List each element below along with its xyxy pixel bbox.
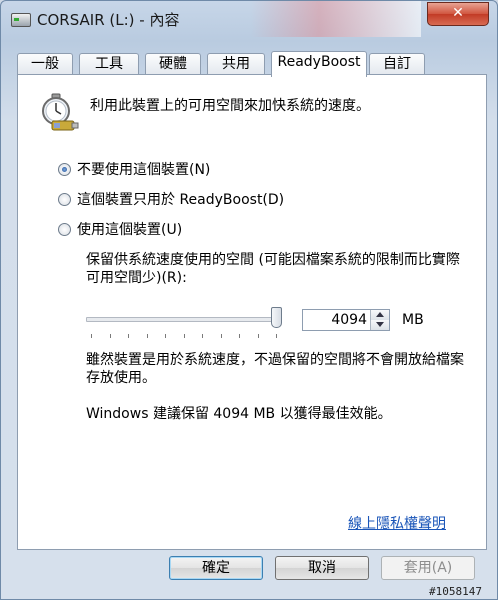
- close-button[interactable]: ✕: [427, 2, 489, 26]
- tab-sharing[interactable]: 共用: [207, 53, 265, 75]
- ok-button[interactable]: 確定: [169, 556, 263, 580]
- slider-tick: [202, 334, 203, 338]
- tab-readyboost[interactable]: ReadyBoost: [271, 51, 367, 77]
- title-bar[interactable]: CORSAIR (L:) - 內容 ✕: [1, 1, 497, 41]
- recommendation-text: Windows 建議保留 4094 MB 以獲得最佳效能。: [86, 406, 392, 422]
- reserve-note: 雖然裝置是用於系統速度，不過保留的空間將不會開放給檔案存放使用。: [86, 352, 464, 386]
- spinner-buttons: [370, 310, 389, 330]
- tab-general[interactable]: 一般: [17, 53, 73, 75]
- option-use-device-label: 使用這個裝置(U): [77, 222, 183, 238]
- slider-thumb[interactable]: [271, 307, 282, 328]
- option-dedicate-readyboost-label: 這個裝置只用於 ReadyBoost(D): [77, 192, 285, 208]
- radio-dedicate-readyboost[interactable]: [58, 192, 71, 206]
- reserve-slider[interactable]: [86, 307, 286, 347]
- radio-do-not-use[interactable]: [58, 162, 71, 176]
- slider-tick: [257, 334, 259, 338]
- option-use-device[interactable]: 使用這個裝置(U): [58, 219, 182, 239]
- apply-button[interactable]: 套用(A): [381, 556, 475, 580]
- privacy-statement-link[interactable]: 線上隱私權聲明: [348, 513, 446, 533]
- blurred-background: [251, 1, 421, 37]
- slider-tick: [220, 334, 222, 338]
- slider-tick: [146, 334, 148, 338]
- watermark-id: #1058147: [429, 585, 482, 598]
- option-do-not-use-label: 不要使用這個裝置(N): [77, 162, 211, 178]
- properties-window: CORSAIR (L:) - 內容 ✕ 一般 工具 硬體 共用 ReadyBoo…: [0, 0, 498, 600]
- tab-hardware[interactable]: 硬體: [145, 53, 201, 75]
- slider-tick: [109, 334, 111, 338]
- reserve-size-value[interactable]: 4094: [331, 312, 367, 328]
- slider-tick: [183, 334, 185, 338]
- spin-down-arrow-icon[interactable]: [371, 320, 389, 330]
- usb-drive-icon: [11, 13, 31, 27]
- slider-tick: [239, 334, 240, 338]
- readyboost-panel: 利用此裝置上的可用空間來加快系統的速度。 不要使用這個裝置(N) 這個裝置只用於…: [17, 74, 487, 550]
- readyboost-description: 利用此裝置上的可用空間來加快系統的速度。: [90, 98, 370, 114]
- option-dedicate-readyboost[interactable]: 這個裝置只用於 ReadyBoost(D): [58, 189, 284, 209]
- slider-tick: [128, 334, 129, 338]
- tab-strip: 一般 工具 硬體 共用 ReadyBoost 自訂: [17, 51, 487, 77]
- tab-customize[interactable]: 自訂: [369, 53, 425, 75]
- size-unit: MB: [402, 312, 424, 328]
- option-do-not-use[interactable]: 不要使用這個裝置(N): [58, 159, 210, 179]
- reserve-space-label: 保留供系統速度使用的空間 (可能因檔案系統的限制而比實際可用空間少)(R):: [86, 252, 460, 286]
- stopwatch-usb-icon: [42, 93, 79, 131]
- slider-track[interactable]: [86, 317, 282, 322]
- radio-use-device[interactable]: [58, 222, 71, 236]
- cancel-button[interactable]: 取消: [275, 556, 369, 580]
- tab-tools[interactable]: 工具: [79, 53, 139, 75]
- slider-tick: [276, 334, 277, 338]
- window-title: CORSAIR (L:) - 內容: [37, 11, 180, 29]
- reserve-size-spinner[interactable]: 4094: [302, 309, 390, 331]
- slider-tick: [165, 334, 166, 338]
- slider-tick: [91, 334, 92, 338]
